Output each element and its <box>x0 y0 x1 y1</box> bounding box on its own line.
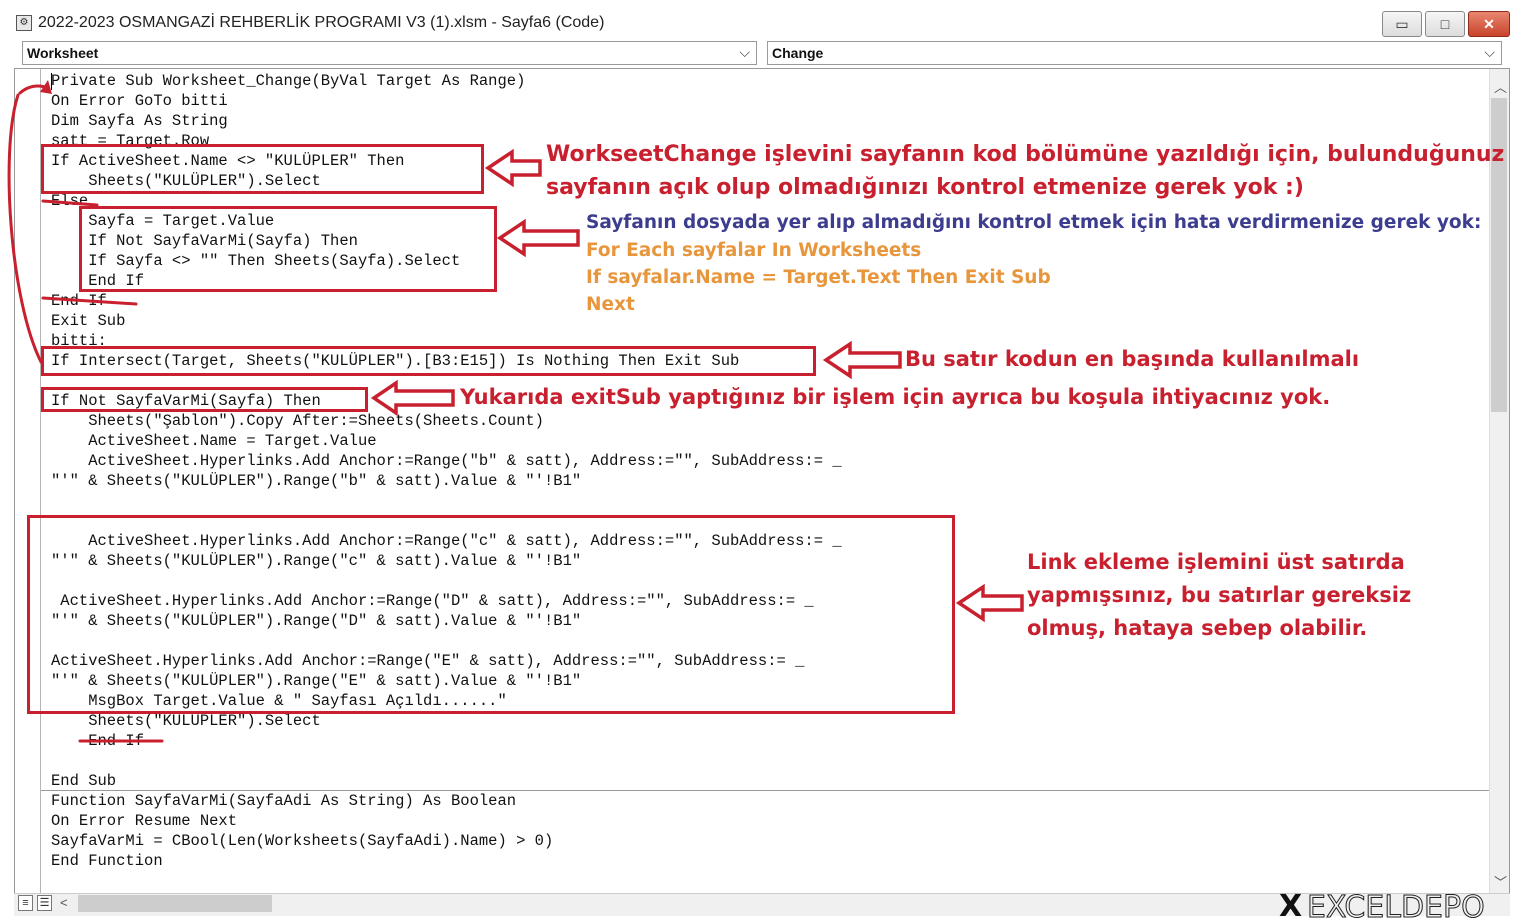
arrow-icon <box>370 379 455 417</box>
note-sheet-exists-code2: If sayfalar.Name = Target.Text Then Exit… <box>586 267 1051 288</box>
note-intersect: Bu satır kodun en başında kullanılmalı <box>905 347 1360 371</box>
connector-line <box>7 93 43 364</box>
note-activesheet-line1: WorkseetChange işlevini sayfanın kod böl… <box>546 142 1505 167</box>
arrow-icon <box>496 218 580 258</box>
arrow-icon <box>484 148 542 188</box>
note-hyperlink-line1: Link ekleme işlemini üst satırda <box>1027 550 1405 574</box>
note-activesheet-line2: sayfanın açık olup olmadığınızı kontrol … <box>546 175 1304 200</box>
note-sheet-exists-title: Sayfanın dosyada yer alıp almadığını kon… <box>586 212 1482 233</box>
annotation-marks <box>7 80 1024 743</box>
note-exitsub: Yukarıda exitSub yaptığınız bir işlem iç… <box>460 385 1331 409</box>
strike-else <box>41 199 99 207</box>
svg-text:EXCELDEPO: EXCELDEPO <box>1307 890 1485 920</box>
exceldepo-logo: X EXCELDEPO <box>1279 890 1485 920</box>
note-sheet-exists-code3: Next <box>586 294 635 315</box>
note-hyperlink-line3: olmuş, hataya sebep olabilir. <box>1027 616 1368 640</box>
strike-end-if <box>41 296 138 306</box>
note-sheet-exists-code1: For Each sayfalar In Worksheets <box>586 240 922 261</box>
arrow-icon <box>955 583 1024 623</box>
arrow-icon <box>822 340 902 380</box>
note-hyperlink-line2: yapmışsınız, bu satırlar gereksiz <box>1027 583 1412 607</box>
svg-text:X: X <box>1279 890 1302 920</box>
